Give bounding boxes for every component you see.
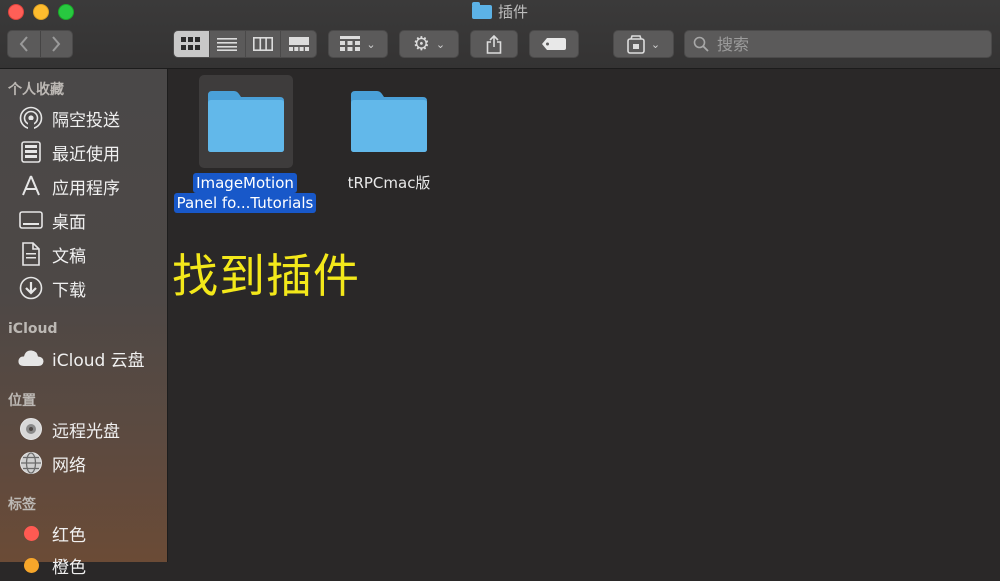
search-input[interactable] bbox=[715, 33, 979, 55]
search-icon bbox=[693, 36, 709, 52]
downloads-icon bbox=[18, 275, 44, 301]
back-button[interactable] bbox=[8, 31, 40, 57]
column-view-button[interactable] bbox=[244, 31, 281, 57]
sidebar-item-label: 隔空投送 bbox=[52, 110, 120, 131]
icon-view-button[interactable] bbox=[174, 31, 209, 57]
sidebar-header-favorites: 个人收藏 bbox=[8, 82, 64, 98]
tag-dot-icon bbox=[18, 520, 44, 546]
list-icon bbox=[217, 38, 238, 51]
cloud-icon bbox=[18, 345, 44, 371]
action-menu-button[interactable]: ⚙ ⌄ bbox=[399, 30, 459, 58]
window-title-text: 插件 bbox=[497, 3, 528, 21]
overlay-annotation: 找到插件 bbox=[172, 249, 360, 303]
file-name-line2: Panel fo...Tutorials bbox=[173, 193, 317, 213]
sidebar-header-icloud: iCloud bbox=[8, 321, 58, 337]
sidebar-item-label: 远程光盘 bbox=[52, 421, 120, 442]
file-name-line1: ImageMotion bbox=[193, 173, 297, 193]
group-by-button[interactable]: ⌄ bbox=[328, 30, 388, 58]
sidebar-item-airdrop[interactable]: 隔空投送 bbox=[0, 102, 167, 134]
dropbox-menu-button[interactable]: ⌄ bbox=[613, 30, 674, 58]
file-name: ImageMotion Panel fo...Tutorials bbox=[168, 173, 322, 213]
package-icon bbox=[627, 34, 645, 54]
share-button[interactable] bbox=[470, 30, 518, 58]
sidebar-item-label: 橙色 bbox=[52, 557, 86, 578]
gallery-icon bbox=[288, 37, 309, 51]
sidebar-item-label: iCloud 云盘 bbox=[52, 350, 145, 371]
sidebar-item-label: 应用程序 bbox=[52, 178, 120, 199]
edit-tags-button[interactable] bbox=[529, 30, 579, 58]
tag-dot-icon bbox=[18, 552, 44, 578]
sidebar-item-label: 网络 bbox=[52, 455, 86, 476]
file-browser: ImageMotion Panel fo...Tutorials tRPCmac… bbox=[168, 69, 1000, 562]
gallery-view-button[interactable] bbox=[280, 31, 316, 57]
folder-icon bbox=[471, 2, 492, 19]
chevron-down-icon: ⌄ bbox=[366, 37, 376, 51]
file-item[interactable]: tRPCmac版 bbox=[318, 69, 458, 219]
share-icon bbox=[486, 34, 502, 54]
applications-icon bbox=[18, 173, 44, 199]
folder-icon bbox=[208, 91, 284, 152]
sidebar-item-label: 红色 bbox=[52, 525, 86, 546]
sidebar-item-desktop[interactable]: 桌面 bbox=[0, 204, 167, 236]
forward-button[interactable] bbox=[39, 31, 73, 57]
group-icon bbox=[340, 36, 361, 51]
chevron-down-icon: ⌄ bbox=[650, 37, 661, 51]
sidebar-item-network[interactable]: 网络 bbox=[0, 447, 167, 479]
gear-icon: ⚙ bbox=[412, 32, 430, 55]
file-name: tRPCmac版 bbox=[347, 174, 431, 192]
sidebar-header-tags: 标签 bbox=[8, 497, 36, 513]
desktop-icon bbox=[18, 207, 44, 233]
sidebar-item-tag-red[interactable]: 红色 bbox=[0, 517, 167, 549]
sidebar-item-label: 最近使用 bbox=[52, 144, 120, 165]
sidebar-item-applications[interactable]: 应用程序 bbox=[0, 170, 167, 202]
sidebar-item-remote-disc[interactable]: 远程光盘 bbox=[0, 413, 167, 445]
chevron-left-icon bbox=[19, 36, 28, 52]
list-view-button[interactable] bbox=[208, 31, 245, 57]
columns-icon bbox=[252, 37, 273, 51]
network-icon bbox=[18, 450, 44, 476]
recents-icon bbox=[18, 139, 44, 165]
sidebar-item-label: 文稿 bbox=[52, 246, 86, 267]
search-field[interactable] bbox=[684, 30, 992, 58]
toolbar: 插件 ⌄ ⚙ ⌄ ⌄ 搜索 bbox=[0, 0, 1000, 69]
airdrop-icon bbox=[18, 105, 44, 131]
window-title: 插件 bbox=[0, 2, 1000, 22]
chevron-down-icon: ⌄ bbox=[435, 37, 446, 51]
sidebar-header-locations: 位置 bbox=[8, 393, 36, 409]
sidebar-item-downloads[interactable]: 下载 bbox=[0, 272, 167, 304]
file-item[interactable]: ImageMotion Panel fo...Tutorials bbox=[168, 69, 328, 219]
navigation-group bbox=[7, 30, 73, 58]
sidebar-item-label: 下载 bbox=[52, 280, 86, 301]
sidebar-item-icloud-drive[interactable]: iCloud 云盘 bbox=[0, 342, 167, 374]
disc-icon bbox=[18, 416, 44, 442]
documents-icon bbox=[18, 241, 44, 267]
sidebar-item-recents[interactable]: 最近使用 bbox=[0, 136, 167, 168]
chevron-right-icon bbox=[52, 36, 61, 52]
sidebar-item-tag-orange[interactable]: 橙色 bbox=[0, 549, 167, 581]
folder-icon bbox=[351, 91, 427, 152]
sidebar-item-documents[interactable]: 文稿 bbox=[0, 238, 167, 270]
sidebar: 个人收藏 隔空投送 最近使用 应用程序 桌面 文稿 下载 iCloud iClo… bbox=[0, 69, 168, 578]
view-mode-group bbox=[173, 30, 317, 58]
tag-icon bbox=[542, 38, 566, 50]
grid-icon bbox=[181, 37, 201, 50]
sidebar-item-label: 桌面 bbox=[52, 212, 86, 233]
